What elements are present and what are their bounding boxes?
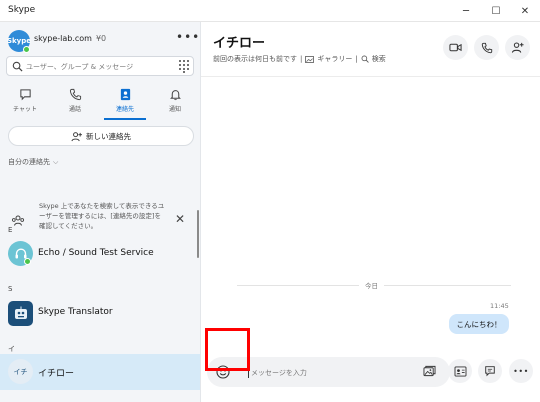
last-seen-text: 前回の表示は何日も前です (213, 55, 297, 63)
bell-icon (169, 90, 181, 101)
contacts-icon (120, 88, 130, 101)
my-contacts-label: 自分の連絡先 (8, 158, 50, 166)
add-person-icon (511, 42, 524, 53)
title-bar: Skype ─ ☐ ✕ (0, 0, 540, 22)
search-placeholder: ユーザー、グループ & メッセージ (26, 63, 134, 71)
window-title: Skype (8, 5, 36, 15)
contact-settings-notice: Skype 上であなたを検索して表示できるユーザーを管理するには、[連絡先の設定… (0, 194, 200, 242)
new-contact-label: 新しい連絡先 (86, 131, 131, 141)
message-bubble[interactable]: こんにちわ！ (449, 314, 509, 334)
notice-text: Skype 上であなたを検索して表示できるユーザーを管理するには、[連絡先の設定… (39, 202, 165, 230)
video-icon (449, 43, 462, 52)
send-contact-button[interactable] (448, 359, 472, 383)
highlight-box (205, 328, 250, 371)
tab-notifications[interactable]: 通知 (150, 84, 200, 118)
more-options-button[interactable]: ••• (509, 359, 533, 383)
dialpad-icon[interactable] (178, 59, 190, 73)
media-gallery-button[interactable] (417, 359, 441, 383)
tab-calls-label: 通話 (68, 106, 81, 113)
contact-name: イチロー (38, 369, 75, 379)
gallery-link[interactable]: ギャラリー (317, 54, 352, 64)
chat-icon (19, 89, 31, 101)
contact-echo[interactable]: Echo / Sound Test Service (0, 236, 200, 272)
search-box[interactable]: ユーザー、グループ & メッセージ (6, 56, 194, 76)
search-icon (361, 55, 369, 63)
phone-icon (481, 42, 492, 53)
contact-name: Skype Translator (38, 307, 113, 317)
tab-contacts[interactable]: 連絡先 (100, 84, 150, 118)
header-divider (201, 76, 540, 77)
minimize-button[interactable]: ─ (451, 0, 481, 22)
translator-avatar (8, 301, 33, 326)
conversation-title: イチロー (213, 36, 266, 51)
my-contacts-header[interactable]: 自分の連絡先 ⌵ (8, 157, 58, 167)
online-status-icon (24, 258, 31, 265)
account-avatar-label: Skype (6, 37, 32, 45)
add-participant-button[interactable] (505, 35, 530, 60)
date-divider-label: 今日 (359, 280, 384, 290)
video-call-button[interactable] (443, 35, 468, 60)
conversation-subtitle: 前回の表示は何日も前です | ギャラリー | 検索 (213, 54, 386, 64)
ichiro-avatar-initials: イチ (13, 367, 28, 376)
contact-card-icon (454, 365, 466, 377)
gallery-icon (305, 55, 315, 63)
close-icon: ✕ (520, 5, 530, 17)
image-gallery-icon (423, 365, 435, 377)
more-icon: ••• (513, 366, 529, 376)
ichiro-avatar: イチ (8, 359, 33, 384)
more-options-button[interactable]: ••• (176, 30, 200, 44)
close-window-button[interactable]: ✕ (510, 0, 540, 22)
minimize-icon: ─ (462, 5, 470, 17)
account-info[interactable]: skype-lab.com ¥0 (34, 34, 106, 43)
sidebar: Skype skype-lab.com ¥0 ••• ユーザー、グループ & メッ… (0, 22, 201, 402)
message-options-button[interactable] (478, 359, 502, 383)
chevron-down-icon: ⌵ (53, 158, 59, 166)
conversation-pane: イチロー 前回の表示は何日も前です | ギャラリー | 検索 今日 11:45 … (201, 22, 540, 402)
translator-robot-icon (14, 306, 27, 319)
account-name: skype-lab.com (34, 34, 92, 43)
active-tab-indicator (104, 118, 146, 120)
add-person-icon (71, 131, 82, 141)
new-contact-button[interactable]: 新しい連絡先 (8, 126, 194, 146)
account-credit: ¥0 (95, 34, 107, 43)
tab-notifications-label: 通知 (168, 106, 181, 113)
audio-call-button[interactable] (474, 35, 499, 60)
group-letter-i: イ (8, 345, 15, 353)
separator: | (300, 55, 303, 63)
separator: | (355, 55, 358, 63)
message-placeholder: メッセージを入力 (251, 369, 307, 377)
maximize-icon: ☐ (491, 5, 501, 17)
group-letter-e: E (8, 226, 13, 234)
tab-contacts-label: 連絡先 (115, 106, 134, 113)
tab-chat[interactable]: チャット (0, 84, 50, 118)
nav-tabs: チャット 通話 連絡先 通知 (0, 84, 200, 118)
search-icon (12, 61, 23, 72)
group-letter-s: S (8, 285, 13, 293)
online-status-icon (23, 46, 30, 53)
maximize-button[interactable]: ☐ (481, 0, 511, 22)
dismiss-notice-button[interactable]: ✕ (175, 212, 185, 226)
people-icon (11, 215, 25, 226)
find-link[interactable]: 検索 (372, 54, 386, 64)
message-text: こんにちわ！ (456, 319, 502, 329)
message-timestamp: 11:45 (490, 302, 509, 310)
tab-calls[interactable]: 通話 (50, 84, 100, 118)
phone-icon (69, 88, 81, 101)
contact-skype-translator[interactable]: Skype Translator (0, 295, 200, 331)
tab-chat-label: チャット (13, 106, 37, 113)
contact-ichiro[interactable]: イチ イチロー (0, 354, 200, 390)
chat-bubble-icon (485, 366, 495, 377)
contact-name: Echo / Sound Test Service (38, 248, 154, 258)
